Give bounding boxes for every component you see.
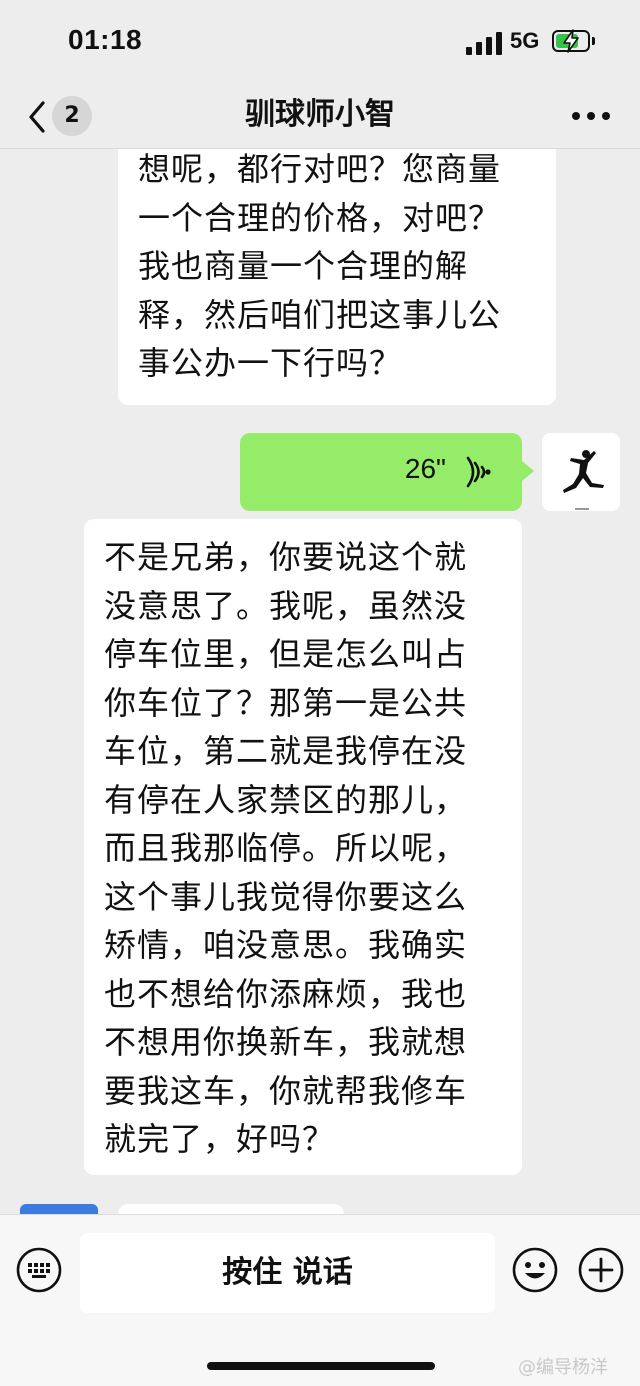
chat-title: 驯球师小智 [245, 97, 395, 132]
hold-to-talk-button[interactable]: 按住 说话 [80, 1233, 495, 1313]
message-list[interactable]: 想呢，都行对吧？您商量 一个合理的价格，对吧？ 我也商量一个合理的解 释，然后咱… [0, 149, 640, 1214]
back-icon[interactable] [26, 100, 48, 134]
plus-icon[interactable] [578, 1247, 624, 1293]
charging-bolt-icon [563, 29, 579, 53]
message-bubble-partial[interactable] [118, 1204, 344, 1214]
unread-count-badge[interactable]: 2 [52, 96, 92, 136]
chat-header: 驯球师小智 2 [0, 86, 640, 149]
voice-message-bubble[interactable]: 26" [240, 433, 534, 511]
contact-avatar[interactable] [20, 1204, 98, 1214]
message-text: 不是兄弟，你要说这个就 没意思了。我呢，虽然没 停车位里，但是怎么叫占 你车位了… [104, 538, 468, 1158]
voice-duration: 26" [404, 453, 446, 484]
more-icon[interactable] [572, 112, 612, 122]
watermark: @编导杨洋 [518, 1357, 608, 1378]
home-indicator[interactable] [207, 1362, 435, 1370]
status-time: 01:18 [68, 24, 143, 55]
emoji-icon[interactable] [512, 1247, 558, 1293]
network-type: 5G [510, 28, 540, 53]
message-bubble-incoming[interactable]: 想呢，都行对吧？您商量 一个合理的价格，对吧？ 我也商量一个合理的解 释，然后咱… [118, 149, 556, 405]
message-text: 想呢，都行对吧？您商量 一个合理的价格，对吧？ 我也商量一个合理的解 释，然后咱… [138, 150, 502, 382]
battery-cap [592, 37, 595, 45]
status-bar: 01:18 5G [0, 0, 640, 86]
avatar-divider [575, 508, 589, 510]
keyboard-icon[interactable] [16, 1247, 62, 1293]
jordan-logo-avatar [563, 450, 604, 493]
user-avatar[interactable] [542, 433, 620, 511]
signal-icon [466, 31, 504, 55]
voice-wave-icon [466, 456, 491, 488]
message-bubble-incoming[interactable]: 不是兄弟，你要说这个就 没意思了。我呢，虽然没 停车位里，但是怎么叫占 你车位了… [84, 519, 522, 1175]
